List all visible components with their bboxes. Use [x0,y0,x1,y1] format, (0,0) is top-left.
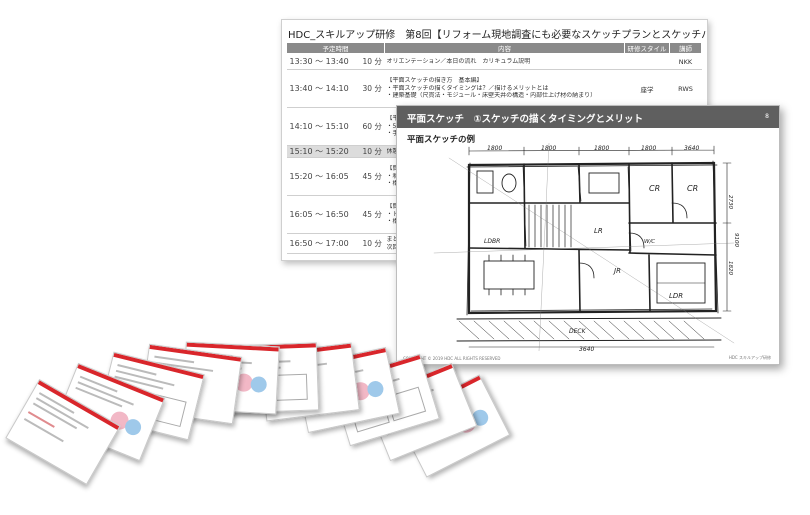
schedule-row: 13:40 ～ 14:10 30 分【平面スケッチの描き方 基本編】 ・平面スケッチ… [286,69,702,108]
slide-footer-label: HDC スキルアップ研修 [728,355,771,360]
plan-room-jr: JR [612,267,621,275]
schedule-time: 15:10 ～ 15:20 [286,145,361,158]
plan-dim-right-3: 9100 [733,233,739,247]
slide-title: 平面スケッチ ①スケッチの描くタイミングとメリット [407,114,644,125]
schedule-row: 13:30 ～ 13:40 10 分オリエンテーション／本日の流れ カリキュラム説… [286,53,702,70]
schedule-time: 13:30 ～ 13:40 [286,53,361,70]
schedule-duration: 30 分 [360,69,385,108]
plan-dim-top-4: 1800 [641,145,656,152]
plan-dim-top-2: 1800 [541,145,556,152]
schedule-duration: 10 分 [360,53,385,70]
plan-dim-right-1: 2730 [727,195,733,209]
slide-header: 平面スケッチ ①スケッチの描くタイミングとメリット 8 [397,106,779,128]
header-content: 内容 [384,42,625,54]
schedule-content: 【平面スケッチの描き方 基本編】 ・平面スケッチの描くタイミングは？／描けるメリッ… [384,69,625,108]
floor-plan-sketch: 1800 1800 1800 1800 3640 2730 1820 9100 … [429,142,739,353]
plan-room-lr: LR [594,227,603,235]
schedule-time: 16:50 ～ 17:00 [286,233,361,254]
slide-page: 平面スケッチ ①スケッチの描くタイミングとメリット 8 平面スケッチの例 180… [396,105,780,365]
schedule-instructor: RWS [669,69,702,108]
plan-room-ldbr: LDBR [484,238,500,245]
plan-dim-top-3: 1800 [594,145,609,152]
plan-room-wc: W/C [644,239,655,245]
plan-dim-bottom: 3640 [579,346,594,351]
plan-room-cr-2: CR [687,184,698,193]
schedule-duration: 10 分 [360,145,385,158]
schedule-instructor: NKK [669,53,702,70]
schedule-content-line: ・平面スケッチの描くタイミングは？／描けるメリットとは [386,84,549,92]
header-instructor: 講師 [669,42,702,54]
header-style: 研修スタイル [624,42,670,54]
schedule-duration: 45 分 [360,195,385,234]
plan-dim-top-1: 1800 [487,145,502,152]
schedule-time: 16:05 ～ 16:50 [286,195,361,234]
plan-room-cr-1: CR [649,184,660,193]
schedule-time: 14:10 ～ 15:10 [286,107,361,146]
schedule-style [624,53,670,70]
plan-dim-right-2: 1820 [727,261,733,275]
plan-room-ldr: LDR [669,292,683,300]
plan-room-deck: DECK [569,328,587,335]
schedule-time: 15:20 ～ 16:05 [286,157,361,196]
schedule-title: HDC_スキルアップ研修 第8回【リフォーム現地調査にも必要なスケッチプランとス… [288,30,707,41]
schedule-content-line: ・建築基礎（尺貫法・モジュール・床壁天井の構造・内部仕上げ材の納まり） [386,92,597,100]
schedule-content-line: オリエンテーション／本日の流れ カリキュラム説明 [386,57,531,65]
schedule-time: 13:40 ～ 14:10 [286,69,361,108]
schedule-style: 座学 [624,69,670,108]
schedule-header-row: 予定時間 内容 研修スタイル 講師 [286,42,702,54]
slide-page-number: 8 [765,113,769,120]
floor-plan-drawing: 1800 1800 1800 1800 3640 2730 1820 9100 … [433,142,739,353]
plan-dim-top-5: 3640 [684,145,699,152]
schedule-duration: 60 分 [360,107,385,146]
schedule-duration: 10 分 [360,233,385,254]
schedule-content-line: 【平面スケッチの描き方 基本編】 [386,77,483,85]
schedule-duration: 45 分 [360,157,385,196]
header-time: 予定時間 [286,42,385,54]
schedule-content: オリエンテーション／本日の流れ カリキュラム説明 [384,53,625,70]
